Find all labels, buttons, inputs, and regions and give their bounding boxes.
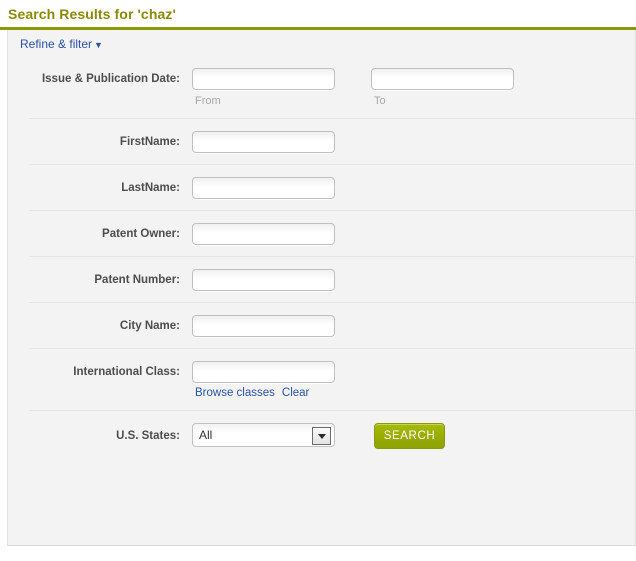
refine-filter-label: Refine & filter bbox=[20, 37, 93, 51]
label-us-states: U.S. States: bbox=[116, 430, 180, 442]
patent-number-input[interactable] bbox=[192, 269, 335, 291]
firstname-input[interactable] bbox=[192, 131, 335, 153]
clear-link[interactable]: Clear bbox=[282, 387, 309, 399]
form-row-firstname: FirstName: bbox=[29, 118, 635, 164]
refine-filter-bar: Refine & filter ▼ bbox=[8, 30, 635, 57]
city-name-input[interactable] bbox=[192, 315, 335, 337]
chevron-down-icon[interactable] bbox=[312, 427, 331, 445]
label-issue-publication-date: Issue & Publication Date: bbox=[41, 73, 180, 85]
form-row-issue-publication-date: Issue & Publication Date: From To bbox=[29, 57, 635, 118]
label-city-name: City Name: bbox=[119, 320, 180, 332]
form-row-lastname: LastName: bbox=[29, 164, 635, 210]
page-title: Search Results for 'chaz' bbox=[8, 6, 176, 22]
fields-firstname bbox=[192, 131, 635, 153]
form-row-city-name: City Name: bbox=[29, 302, 635, 348]
chevron-down-icon: ▼ bbox=[94, 40, 103, 50]
label-international-class: International Class: bbox=[73, 366, 180, 378]
fields-lastname bbox=[192, 177, 635, 199]
us-states-selected-value: All bbox=[199, 428, 213, 442]
international-class-group: Browse classes Clear bbox=[192, 361, 335, 399]
search-results-page: Search Results for 'chaz' Refine & filte… bbox=[0, 0, 636, 546]
date-from-group: From bbox=[192, 68, 335, 107]
international-class-input[interactable] bbox=[192, 361, 335, 383]
us-states-select[interactable]: All bbox=[192, 423, 335, 447]
international-class-links: Browse classes Clear bbox=[192, 383, 335, 399]
search-button[interactable]: SEARCH bbox=[374, 423, 445, 449]
refine-filter-panel: Refine & filter ▼ Issue & Publication Dat… bbox=[7, 30, 636, 546]
label-firstname: FirstName: bbox=[119, 136, 180, 148]
form-row-us-states: U.S. States: All SEARCH bbox=[29, 410, 635, 460]
fields-patent-owner bbox=[192, 223, 635, 245]
label-patent-owner: Patent Owner: bbox=[102, 228, 180, 240]
fields-issue-publication-date: From To bbox=[192, 68, 635, 107]
form-row-patent-number: Patent Number: bbox=[29, 256, 635, 302]
date-to-group: To bbox=[371, 68, 514, 107]
fields-international-class: Browse classes Clear bbox=[192, 361, 635, 399]
fields-patent-number bbox=[192, 269, 635, 291]
lastname-input[interactable] bbox=[192, 177, 335, 199]
date-from-hint: From bbox=[195, 95, 221, 107]
date-from-input[interactable] bbox=[192, 68, 335, 90]
date-to-hint: To bbox=[374, 95, 386, 107]
date-to-input[interactable] bbox=[371, 68, 514, 90]
form-row-international-class: International Class: Browse classes Clear bbox=[29, 348, 635, 410]
refine-filter-toggle[interactable]: Refine & filter ▼ bbox=[20, 37, 103, 51]
label-lastname: LastName: bbox=[121, 182, 180, 194]
patent-owner-input[interactable] bbox=[192, 223, 335, 245]
triangle-down-glyph bbox=[317, 433, 326, 439]
fields-city-name bbox=[192, 315, 635, 337]
fields-us-states: All SEARCH bbox=[192, 423, 635, 449]
label-patent-number: Patent Number: bbox=[94, 274, 180, 286]
form-row-patent-owner: Patent Owner: bbox=[29, 210, 635, 256]
browse-classes-link[interactable]: Browse classes bbox=[195, 387, 275, 399]
